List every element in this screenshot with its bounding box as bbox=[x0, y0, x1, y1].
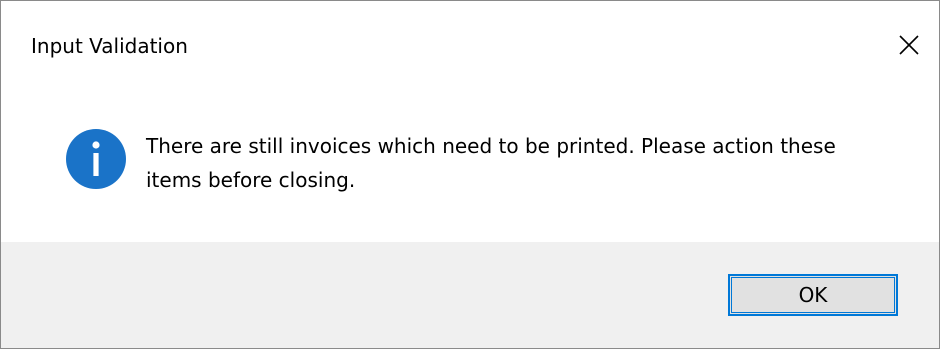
title-bar: Input Validation bbox=[1, 1, 939, 89]
button-bar: OK bbox=[1, 242, 939, 348]
info-icon bbox=[65, 128, 127, 190]
dialog-title: Input Validation bbox=[31, 34, 188, 58]
dialog-message: There are still invoices which need to b… bbox=[146, 134, 836, 192]
close-button[interactable] bbox=[887, 25, 931, 65]
message-dialog: Input Validation There are still invoice… bbox=[0, 0, 940, 349]
close-icon bbox=[899, 35, 919, 55]
ok-button[interactable]: OK bbox=[728, 274, 898, 316]
